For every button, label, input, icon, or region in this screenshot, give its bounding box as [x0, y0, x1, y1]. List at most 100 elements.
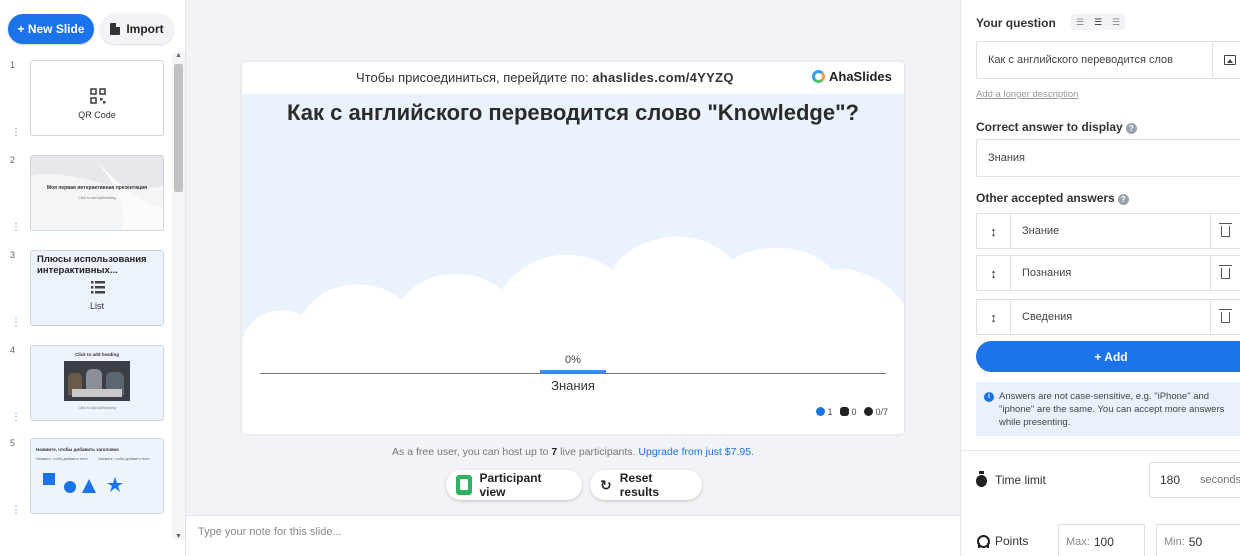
slide-item-3[interactable]: 3 ⋮ Плюсы использования интерактивных...…	[0, 250, 172, 330]
document-icon	[110, 23, 121, 35]
points-max-label: Max:	[1066, 536, 1090, 548]
longer-description-link[interactable]: Add a longer description	[976, 89, 1078, 100]
align-center-icon[interactable]: ☰	[1089, 14, 1107, 30]
medal-icon	[976, 534, 990, 548]
stage-actions: Participant view ↻ Reset results	[446, 470, 702, 500]
text-align-group: ☰ ☰ ☰	[1071, 14, 1125, 30]
align-right-icon[interactable]: ☰	[1107, 14, 1125, 30]
qr-code-icon	[90, 88, 106, 104]
drag-handle-icon[interactable]: ↕	[977, 256, 1011, 290]
free-note-text-end: live participants.	[560, 446, 636, 458]
delete-answer-button[interactable]	[1210, 214, 1240, 248]
thumbnail-title: Моя первая интерактивная презентация	[46, 185, 148, 191]
trash-icon	[1219, 222, 1232, 237]
slide-menu-icon[interactable]: ⋮	[11, 412, 21, 423]
slide-question-title[interactable]: Как с английского переводится слово "Kno…	[242, 100, 904, 126]
correct-answer-input[interactable]: Знания	[976, 139, 1240, 177]
slide-menu-icon[interactable]: ⋮	[11, 505, 21, 516]
slide-item-2[interactable]: 2 ⋮ Моя первая интерактивная презентация…	[0, 155, 172, 235]
slide-sidebar: + New Slide Import 1 ⋮ QR Code 2 ⋮ Моя п…	[0, 0, 186, 556]
participants-icon	[816, 407, 826, 416]
import-button[interactable]: Import	[100, 14, 174, 44]
accepted-answer-row: ↕ Познания	[976, 255, 1240, 291]
drag-handle-icon[interactable]: ↕	[977, 214, 1011, 248]
stopwatch-icon	[976, 471, 987, 487]
shapes-icon	[43, 473, 123, 493]
thumbnail-title: Плюсы использования интерактивных...	[37, 254, 147, 276]
sidebar-scrollbar[interactable]: ▲ ▼	[172, 52, 185, 540]
brand-logo: AhaSlides	[812, 69, 892, 84]
points-min-value[interactable]: 50	[1189, 535, 1202, 549]
reset-icon: ↻	[600, 476, 612, 493]
slide-number: 3	[10, 250, 16, 260]
reactions-stat: 0	[840, 407, 856, 417]
accepted-answer-input[interactable]: Знание	[1011, 214, 1210, 248]
slide-menu-icon[interactable]: ⋮	[11, 317, 21, 328]
response-stats: 1 0 0/7	[816, 407, 888, 417]
delete-answer-button[interactable]	[1210, 256, 1240, 290]
help-icon[interactable]: ?	[1117, 194, 1129, 205]
slide-menu-icon[interactable]: ⋮	[11, 222, 21, 233]
points-setting: Points	[976, 534, 1028, 548]
import-label: Import	[126, 22, 164, 36]
slide-thumbnail[interactable]: QR Code	[30, 60, 164, 136]
slide-thumbnail[interactable]: Нажмите, чтобы добавить заголовок Нажмит…	[30, 438, 164, 514]
reset-results-button[interactable]: ↻ Reset results	[590, 470, 702, 500]
participants-count: 1	[827, 407, 833, 417]
slide-item-5[interactable]: 5 ⋮ Нажмите, чтобы добавить заголовок На…	[0, 438, 172, 518]
divider	[961, 450, 1240, 451]
wave-background	[31, 156, 163, 230]
scroll-up-arrow-icon[interactable]: ▲	[174, 52, 183, 59]
new-slide-button[interactable]: + New Slide	[8, 14, 94, 44]
points-min-label: Min:	[1164, 536, 1185, 548]
result-percentage: 0%	[565, 354, 581, 366]
join-code: ahaslides.com/4YYZQ	[592, 70, 734, 85]
brand-name: AhaSlides	[829, 69, 892, 84]
slide-thumbnail[interactable]: Моя первая интерактивная презентация Cli…	[30, 155, 164, 231]
thumbnail-title: Click to add heading	[74, 352, 119, 357]
time-limit-input[interactable]: 180 seconds	[1149, 462, 1240, 498]
time-limit-value[interactable]: 180	[1160, 473, 1180, 487]
person-icon	[864, 407, 874, 416]
info-icon: i	[984, 392, 994, 402]
align-left-icon[interactable]: ☰	[1071, 14, 1089, 30]
participant-view-label: Participant view	[479, 471, 542, 499]
result-answer-label: Знания	[551, 378, 595, 393]
presentation-stage: Чтобы присоединиться, перейдите по: ahas…	[186, 0, 960, 515]
slide-notes[interactable]: Type your note for this slide...	[186, 515, 960, 556]
reactions-count: 0	[851, 407, 857, 417]
slide-preview[interactable]: Чтобы присоединиться, перейдите по: ahas…	[242, 62, 904, 434]
result-axis	[260, 373, 886, 374]
points-max-value[interactable]: 100	[1094, 535, 1114, 549]
question-input[interactable]: Как с английского переводится слов	[976, 41, 1213, 79]
slide-thumbnail[interactable]: Click to add heading Click to add subhea…	[30, 345, 164, 421]
participant-view-button[interactable]: Participant view	[446, 470, 582, 500]
accepted-answer-input[interactable]: Познания	[1011, 256, 1210, 290]
slide-menu-icon[interactable]: ⋮	[11, 127, 21, 138]
slide-number: 1	[10, 60, 16, 70]
case-sensitivity-info: i Answers are not case-sensitive, e.g. "…	[976, 382, 1240, 436]
slide-item-4[interactable]: 4 ⋮ Click to add heading Click to add su…	[0, 345, 172, 425]
list-icon	[91, 281, 105, 294]
scroll-thumb[interactable]	[174, 64, 183, 192]
points-min-input[interactable]: Min: 50	[1156, 524, 1240, 556]
time-limit-label: Time limit	[995, 473, 1046, 487]
accepted-answer-input[interactable]: Сведения	[1011, 300, 1210, 334]
notes-input[interactable]: Type your note for this slide...	[198, 526, 342, 538]
slide-thumbnail[interactable]: Плюсы использования интерактивных... Lis…	[30, 250, 164, 326]
points-label: Points	[995, 534, 1029, 548]
slide-item-1[interactable]: 1 ⋮ QR Code	[0, 60, 172, 140]
trash-icon	[1219, 264, 1232, 279]
add-image-button[interactable]	[1212, 41, 1240, 79]
help-icon[interactable]: ?	[1125, 123, 1137, 134]
add-answer-button[interactable]: + Add	[976, 341, 1240, 372]
scroll-down-arrow-icon[interactable]: ▼	[174, 533, 183, 540]
other-answers-label: Other accepted answers	[976, 191, 1115, 205]
upgrade-link[interactable]: Upgrade from just $7.95.	[638, 446, 754, 458]
your-question-heading: Your question	[976, 16, 1056, 30]
delete-answer-button[interactable]	[1210, 300, 1240, 334]
points-max-input[interactable]: Max: 100	[1058, 524, 1145, 556]
thumbnail-title: Нажмите, чтобы добавить заголовок	[36, 447, 119, 452]
hand-icon	[840, 407, 850, 416]
drag-handle-icon[interactable]: ↕	[977, 300, 1011, 334]
